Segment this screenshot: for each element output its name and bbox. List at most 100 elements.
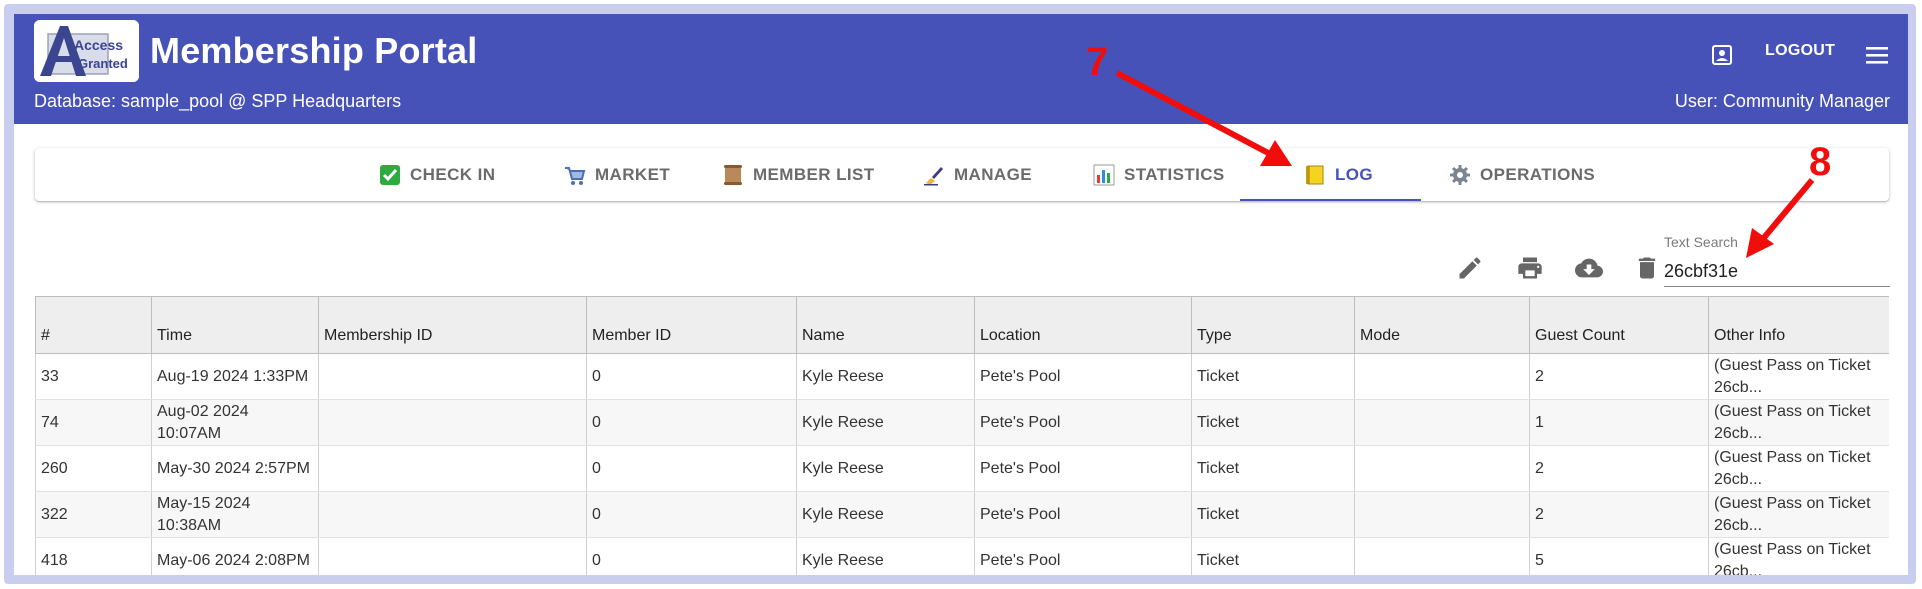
log-table-container: # Time Membership ID Member ID Name Loca… bbox=[35, 296, 1889, 575]
table-cell: Kyle Reese bbox=[796, 491, 975, 538]
column-header[interactable]: Location bbox=[974, 296, 1192, 354]
tab-label: MEMBER LIST bbox=[753, 164, 875, 184]
table-cell: Ticket bbox=[1191, 537, 1355, 575]
tab-operations[interactable]: OPERATIONS bbox=[1449, 148, 1595, 201]
logout-button[interactable]: LOGOUT bbox=[1765, 42, 1835, 60]
annotation-label-8: 8 bbox=[1809, 140, 1832, 184]
svg-text:Access: Access bbox=[74, 37, 123, 53]
table-cell: 5 bbox=[1529, 537, 1709, 575]
table-cell: Kyle Reese bbox=[796, 537, 975, 575]
table-cell: 0 bbox=[586, 537, 797, 575]
table-cell bbox=[1354, 353, 1530, 400]
table-cell bbox=[1354, 491, 1530, 538]
table-cell: 0 bbox=[586, 445, 797, 492]
tab-label: MANAGE bbox=[954, 164, 1032, 184]
table-cell: Kyle Reese bbox=[796, 445, 975, 492]
annotation-label-7: 7 bbox=[1086, 40, 1109, 84]
table-cell: 0 bbox=[586, 399, 797, 446]
table-cell bbox=[318, 537, 587, 575]
table-cell: May-15 2024 10:38AM bbox=[151, 491, 319, 538]
column-header[interactable]: # bbox=[35, 296, 152, 354]
writing-hand-icon bbox=[923, 164, 945, 186]
table-cell: 74 bbox=[35, 399, 152, 446]
table-cell: 0 bbox=[586, 353, 797, 400]
table-row[interactable]: 418 May-06 2024 2:08PM 0 Kyle Reese Pete's P… bbox=[35, 537, 1889, 575]
table-cell: 0 bbox=[586, 491, 797, 538]
cloud-download-icon[interactable] bbox=[1575, 254, 1603, 282]
table-cell: 2 bbox=[1529, 353, 1709, 400]
table-cell: (Guest Pass on Ticket 26cb... bbox=[1708, 399, 1889, 446]
print-icon[interactable] bbox=[1516, 254, 1544, 282]
table-row[interactable]: 74 Aug-02 2024 10:07AM 0 Kyle Reese Pete's P… bbox=[35, 399, 1889, 446]
column-header[interactable]: Member ID bbox=[586, 296, 797, 354]
column-header[interactable]: Name bbox=[796, 296, 975, 354]
edit-icon[interactable] bbox=[1456, 254, 1484, 282]
delete-icon[interactable] bbox=[1633, 254, 1661, 282]
table-cell: 2 bbox=[1529, 445, 1709, 492]
table-cell: Ticket bbox=[1191, 445, 1355, 492]
tab-check-in[interactable]: CHECK IN bbox=[379, 148, 495, 201]
ledger-icon bbox=[1304, 164, 1326, 186]
table-cell: 2 bbox=[1529, 491, 1709, 538]
search-input[interactable] bbox=[1664, 252, 1890, 287]
column-header[interactable]: Guest Count bbox=[1529, 296, 1709, 354]
table-cell: Ticket bbox=[1191, 491, 1355, 538]
tab-market[interactable]: MARKET bbox=[564, 148, 670, 201]
hamburger-menu-icon[interactable] bbox=[1863, 43, 1891, 67]
table-cell bbox=[318, 399, 587, 446]
gear-icon bbox=[1449, 164, 1471, 186]
table-cell: Aug-02 2024 10:07AM bbox=[151, 399, 319, 446]
table-cell bbox=[318, 491, 587, 538]
table-cell: (Guest Pass on Ticket 26cb... bbox=[1708, 537, 1889, 575]
table-header-row: # Time Membership ID Member ID Name Loca… bbox=[35, 296, 1889, 354]
table-cell: 33 bbox=[35, 353, 152, 400]
tab-label: CHECK IN bbox=[410, 164, 496, 184]
table-cell: Ticket bbox=[1191, 399, 1355, 446]
shopping-cart-icon bbox=[564, 164, 586, 186]
table-cell: Ticket bbox=[1191, 353, 1355, 400]
column-header[interactable]: Other Info bbox=[1708, 296, 1889, 354]
column-header[interactable]: Type bbox=[1191, 296, 1355, 354]
tab-label: OPERATIONS bbox=[1480, 164, 1596, 184]
table-cell bbox=[318, 353, 587, 400]
account-box-icon[interactable] bbox=[1709, 42, 1735, 68]
table-cell: Pete's Pool bbox=[974, 353, 1192, 400]
user-info: User: Community Manager bbox=[1674, 91, 1890, 111]
tab-label: STATISTICS bbox=[1124, 164, 1225, 184]
table-cell: Kyle Reese bbox=[796, 399, 975, 446]
check-mark-icon bbox=[379, 164, 401, 186]
table-cell: 260 bbox=[35, 445, 152, 492]
table-cell: Pete's Pool bbox=[974, 399, 1192, 446]
tab-manage[interactable]: MANAGE bbox=[923, 148, 1032, 201]
tab-log[interactable]: LOG bbox=[1304, 148, 1373, 201]
table-cell: 1 bbox=[1529, 399, 1709, 446]
table-row[interactable]: 33 Aug-19 2024 1:33PM 0 Kyle Reese Pete's Po… bbox=[35, 353, 1889, 400]
table-cell: Pete's Pool bbox=[974, 491, 1192, 538]
table-cell bbox=[1354, 399, 1530, 446]
column-header[interactable]: Time bbox=[151, 296, 319, 354]
active-tab-indicator bbox=[1240, 199, 1421, 201]
table-row[interactable]: 322 May-15 2024 10:38AM 0 Kyle Reese Pete's … bbox=[35, 491, 1889, 538]
database-info: Database: sample_pool @ SPP Headquarters bbox=[34, 91, 402, 111]
tab-label: MARKET bbox=[595, 164, 671, 184]
table-cell: Pete's Pool bbox=[974, 445, 1192, 492]
log-table: # Time Membership ID Member ID Name Loca… bbox=[35, 296, 1889, 575]
app-header: Access Granted Membership Portal Databas… bbox=[14, 14, 1908, 124]
scroll-icon bbox=[722, 164, 744, 186]
table-cell: Pete's Pool bbox=[974, 537, 1192, 575]
table-cell: (Guest Pass on Ticket 26cb... bbox=[1708, 353, 1889, 400]
app-window: Access Granted Membership Portal Databas… bbox=[14, 14, 1908, 575]
access-granted-logo: Access Granted bbox=[34, 20, 139, 82]
column-header[interactable]: Mode bbox=[1354, 296, 1530, 354]
tab-member-list[interactable]: MEMBER LIST bbox=[722, 148, 875, 201]
table-cell: Aug-19 2024 1:33PM bbox=[151, 353, 319, 400]
main-tabs: CHECK IN MARKET MEMBER LIST MANAGE STATI… bbox=[35, 148, 1889, 201]
tab-statistics[interactable]: STATISTICS bbox=[1093, 148, 1225, 201]
table-cell: May-30 2024 2:57PM bbox=[151, 445, 319, 492]
table-cell: (Guest Pass on Ticket 26cb... bbox=[1708, 445, 1889, 492]
table-cell: 322 bbox=[35, 491, 152, 538]
column-header[interactable]: Membership ID bbox=[318, 296, 587, 354]
bar-chart-icon bbox=[1093, 164, 1115, 186]
table-row[interactable]: 260 May-30 2024 2:57PM 0 Kyle Reese Pete's P… bbox=[35, 445, 1889, 492]
table-cell: (Guest Pass on Ticket 26cb... bbox=[1708, 491, 1889, 538]
